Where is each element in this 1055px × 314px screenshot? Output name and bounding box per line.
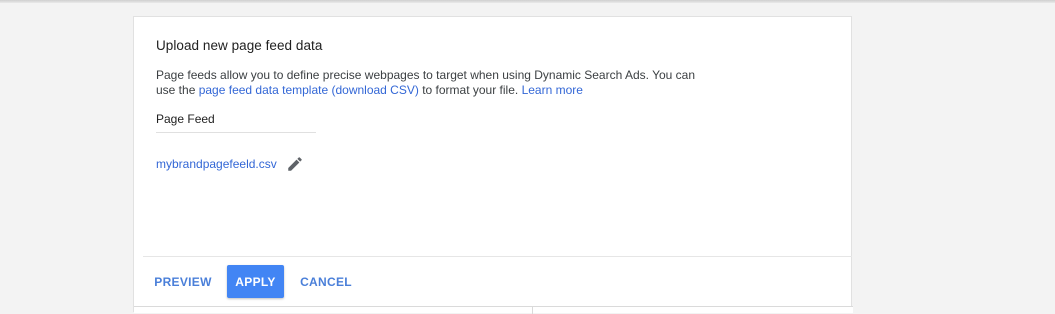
upload-page-feed-panel: Upload new page feed data Page feeds all…	[133, 16, 853, 314]
uploaded-file-link[interactable]: mybrandpagefeeld.csv	[156, 157, 277, 171]
panel-title: Upload new page feed data	[156, 38, 323, 53]
description-text-after: to format your file.	[418, 82, 522, 97]
panel-actions: PREVIEW APPLY CANCEL	[143, 256, 852, 306]
uploaded-file-row: mybrandpagefeeld.csv	[156, 153, 304, 175]
page-feed-field-label: Page Feed	[156, 112, 215, 126]
panel-description: Page feeds allow you to define precise w…	[156, 68, 696, 97]
pencil-icon[interactable]	[286, 155, 304, 173]
cancel-button[interactable]: CANCEL	[300, 265, 352, 298]
field-divider	[156, 132, 316, 133]
template-download-link[interactable]: page feed data template (download CSV)	[199, 83, 419, 97]
learn-more-link[interactable]: Learn more	[522, 83, 583, 97]
preview-button[interactable]: PREVIEW	[152, 265, 214, 298]
panel-content: Upload new page feed data Page feeds all…	[134, 17, 851, 256]
section-divider	[532, 307, 533, 314]
apply-button[interactable]: APPLY	[227, 265, 284, 298]
top-app-bar-shadow	[0, 0, 1055, 3]
